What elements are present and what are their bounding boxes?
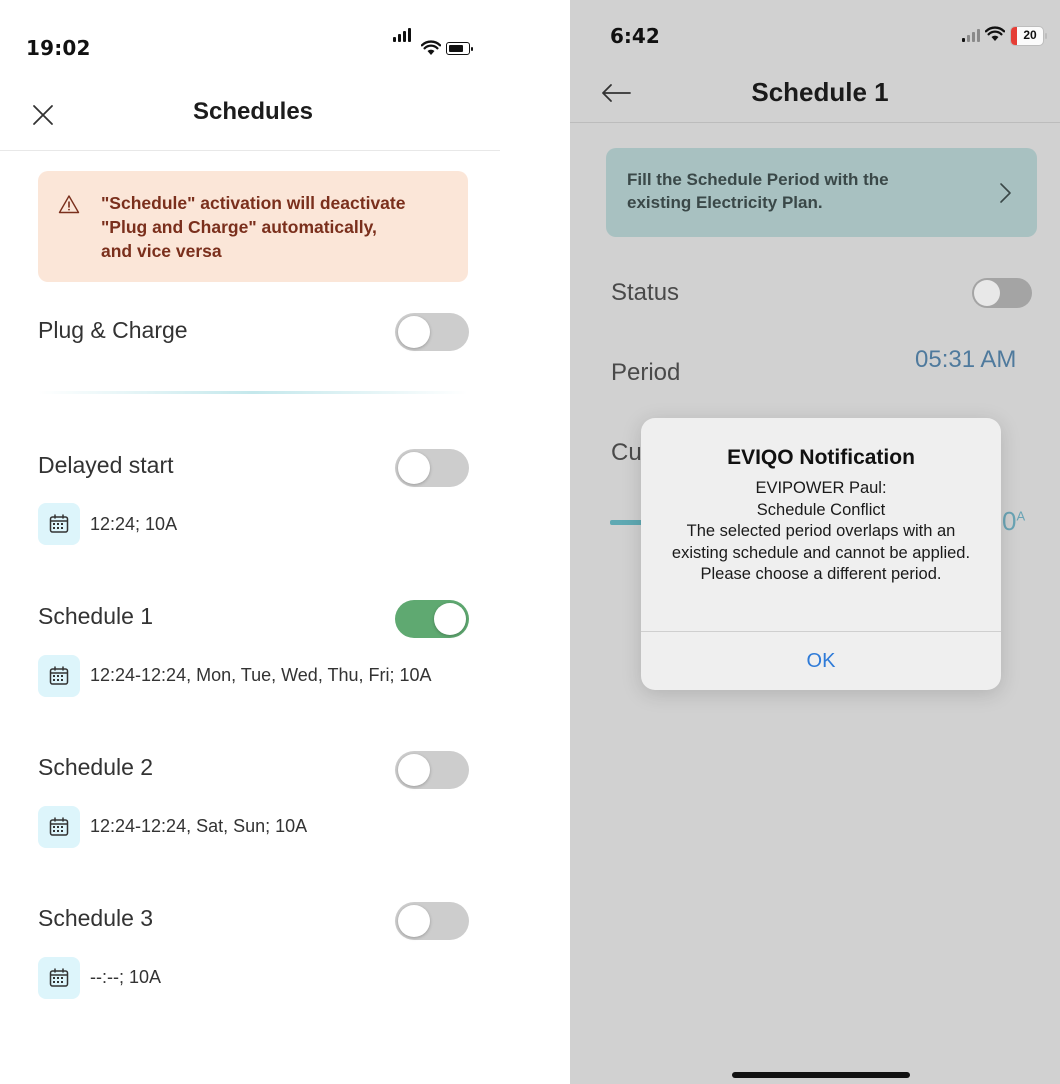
nav-header: Schedules (0, 80, 500, 151)
calendar-icon (38, 503, 80, 545)
schedule-2-label: Schedule 2 (38, 754, 154, 780)
schedule-2-detail: 12:24-12:24, Sat, Sun; 10A (90, 816, 308, 836)
warning-text: "Schedule" activation will deactivate "P… (101, 193, 406, 261)
ok-button[interactable]: OK (641, 632, 1001, 690)
warning-icon (58, 195, 80, 214)
system-icons (393, 28, 481, 58)
delayed-start-label: Delayed start (38, 452, 174, 478)
schedule-1-detail: 12:24-12:24, Mon, Tue, Wed, Thu, Fri; 10… (90, 665, 432, 685)
current-unit: A (1016, 508, 1026, 524)
schedule-2-toggle[interactable] (395, 751, 469, 789)
dialog-sender: EVIPOWER Paul: (755, 479, 887, 497)
wifi-icon (985, 26, 1005, 41)
delayed-start-toggle[interactable] (395, 449, 469, 487)
dialog-title: EVIQO Notification (727, 446, 915, 469)
schedule-1-toggle[interactable] (395, 600, 469, 638)
battery-icon: 20 (1010, 26, 1047, 46)
page-title: Schedule 1 (751, 77, 889, 107)
schedule-3-detail: --:--; 10A (90, 967, 162, 987)
period-label: Period (611, 359, 681, 386)
current-value-number: 0 (1002, 506, 1017, 536)
calendar-icon (38, 655, 80, 697)
battery-icon (446, 42, 473, 55)
schedule-1-label: Schedule 1 (38, 603, 154, 629)
current-label: Cu (611, 439, 642, 466)
home-indicator[interactable] (732, 1072, 910, 1078)
dialog-body: The selected period overlaps with an exi… (671, 522, 971, 583)
delayed-start-detail: 12:24; 10A (90, 514, 178, 534)
divider (38, 391, 468, 394)
plan-banner-text: Fill the Schedule Period with the existi… (627, 170, 889, 212)
electricity-plan-banner[interactable]: Fill the Schedule Period with the existi… (606, 148, 1037, 237)
period-value[interactable]: 05:31 AM (915, 346, 1016, 374)
status-time: 19:02 (26, 36, 91, 60)
system-icons: 20 (962, 25, 1058, 47)
nav-header: Schedule 1 (570, 62, 1060, 123)
dialog-subject: Schedule Conflict (756, 500, 886, 519)
schedule-3-toggle[interactable] (395, 902, 469, 940)
schedule-3-label: Schedule 3 (38, 905, 154, 931)
calendar-icon (38, 957, 80, 999)
page-title: Schedules (192, 98, 314, 125)
chevron-right-icon (1000, 183, 1011, 203)
warning-banner: "Schedule" activation will deactivate "P… (38, 171, 468, 282)
calendar-icon (38, 806, 80, 848)
signal-icon (962, 29, 980, 42)
dialog-message: EVIPOWER Paul: Schedule Conflict The sel… (661, 478, 981, 586)
status-time: 6:42 (610, 24, 660, 48)
status-toggle[interactable] (972, 278, 1032, 308)
wifi-icon (421, 40, 441, 55)
notification-dialog: EVIQO Notification EVIPOWER Paul: Schedu… (641, 418, 1001, 690)
status-label: Status (611, 279, 680, 306)
plug-charge-label: Plug & Charge (38, 317, 188, 343)
schedules-screen: 19:02 Schedules "Schedule" activation wi… (0, 0, 570, 1084)
plug-charge-toggle[interactable] (395, 313, 469, 351)
battery-level: 20 (1023, 28, 1037, 42)
status-bar: 19:02 (0, 0, 500, 80)
current-value: 0A (1002, 506, 1025, 537)
